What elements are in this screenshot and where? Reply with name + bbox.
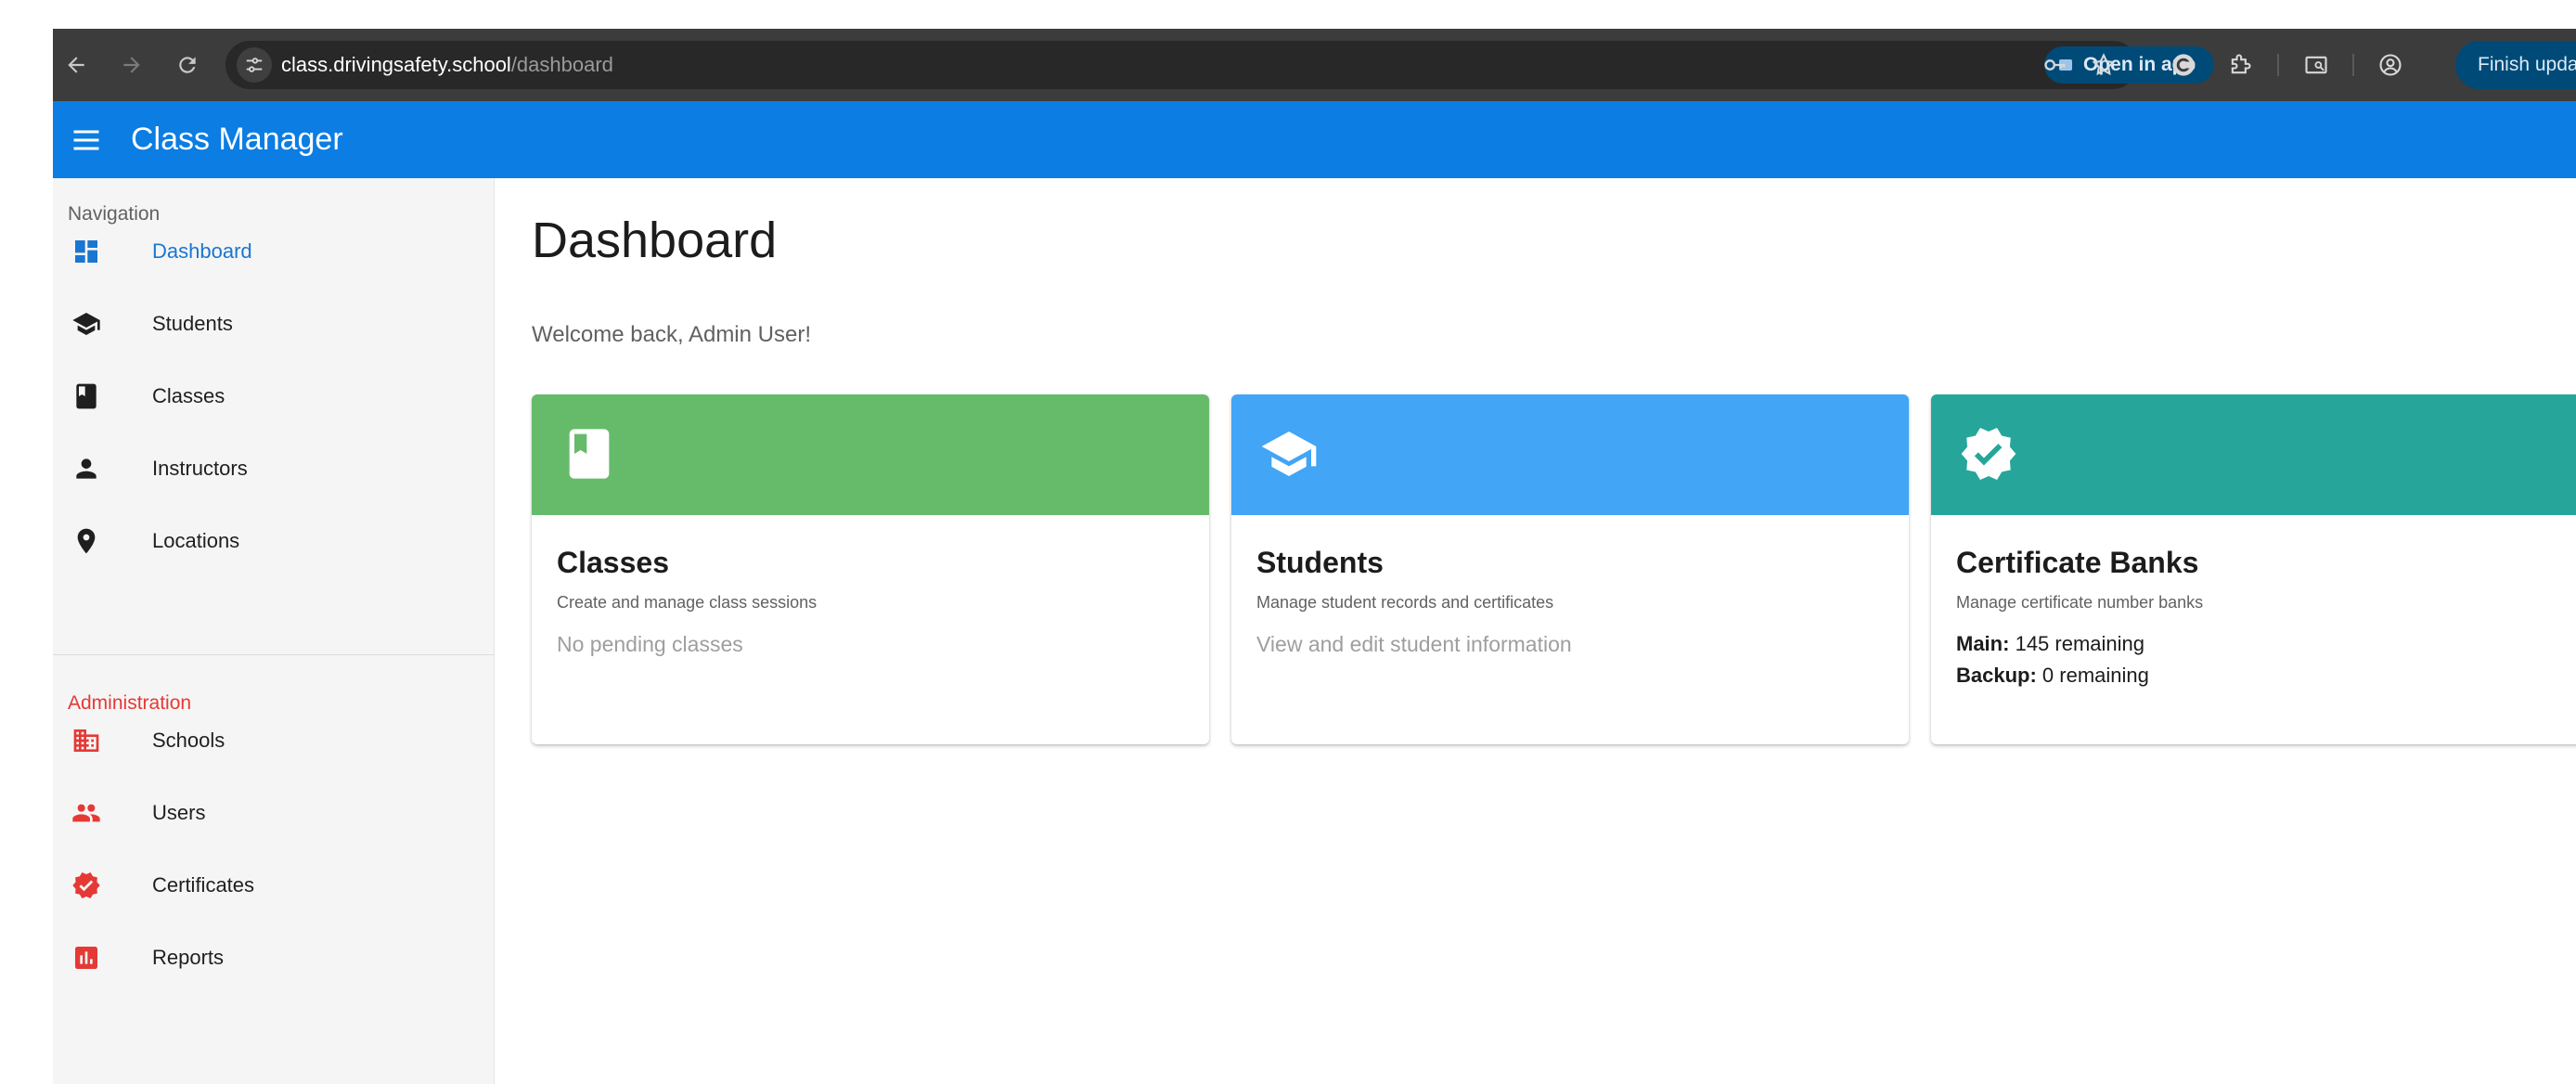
extensions-puzzle-icon[interactable]: [2222, 47, 2258, 83]
backup-bank-line: Backup: 0 remaining: [1956, 664, 2149, 688]
app-title: Class Manager: [131, 122, 343, 157]
certificate-banks-card-header: [1931, 394, 2576, 515]
reading-list-icon[interactable]: [2299, 47, 2334, 83]
page-title: Dashboard: [532, 213, 778, 268]
card-subtitle: Manage student records and certificates: [1256, 593, 1554, 612]
site-info-icon[interactable]: [237, 47, 272, 83]
people-icon: [71, 798, 101, 828]
building-icon: [71, 726, 101, 755]
sidebar-item-label: Certificates: [152, 873, 255, 897]
classes-card[interactable]: Classes Create and manage class sessions…: [532, 394, 1209, 744]
url-host: class.drivingsafety.school: [281, 53, 511, 76]
sidebar-item-label: Students: [152, 312, 233, 335]
bank-value: 0 remaining: [2041, 664, 2149, 687]
school-cap-icon: [71, 309, 101, 339]
card-subtitle: Manage certificate number banks: [1956, 593, 2204, 612]
main-content: Dashboard Welcome back, Admin User! Clas…: [495, 178, 2576, 1084]
students-card-header: [1231, 394, 1909, 515]
certificate-banks-card[interactable]: Certificate Banks Manage certificate num…: [1931, 394, 2576, 744]
students-card[interactable]: Students Manage student records and cert…: [1231, 394, 1909, 744]
sidebar-item-label: Users: [152, 801, 206, 824]
app-bar: Class Manager: [53, 101, 2576, 178]
sidebar-item-dashboard[interactable]: Dashboard: [53, 215, 494, 288]
sidebar-item-label: Reports: [152, 946, 225, 969]
card-note: View and edit student information: [1256, 632, 1572, 656]
outer-margin-left: [0, 0, 53, 1084]
bar-chart-icon: [71, 943, 101, 973]
url-path: /dashboard: [510, 53, 613, 76]
school-cap-icon: [1259, 424, 1319, 484]
menu-icon[interactable]: [70, 123, 103, 157]
bank-value: 145 remaining: [2015, 632, 2145, 655]
verified-badge-icon: [71, 871, 101, 900]
finish-update-button[interactable]: Finish update: [2455, 41, 2576, 89]
back-icon[interactable]: [58, 47, 94, 83]
sidebar-item-instructors[interactable]: Instructors: [53, 432, 494, 505]
person-icon: [71, 454, 101, 484]
card-title: Certificate Banks: [1956, 546, 2199, 579]
book-icon: [71, 381, 101, 411]
browser-window: class.drivingsafety.school/dashboard Ope…: [53, 29, 2576, 1084]
sidebar-item-reports[interactable]: Reports: [53, 922, 494, 994]
sidebar-item-users[interactable]: Users: [53, 777, 494, 849]
sidebar-item-label: Classes: [152, 384, 225, 407]
verified-badge-icon: [1959, 424, 2018, 484]
main-bank-line: Main: 145 remaining: [1956, 632, 2145, 656]
sidebar-item-locations[interactable]: Locations: [53, 505, 494, 577]
sidebar-item-classes[interactable]: Classes: [53, 360, 494, 432]
location-pin-icon: [71, 526, 101, 556]
sidebar-item-schools[interactable]: Schools: [53, 704, 494, 777]
password-key-icon[interactable]: [2039, 48, 2072, 82]
card-note: No pending classes: [557, 632, 743, 656]
book-icon: [560, 424, 619, 484]
address-bar[interactable]: class.drivingsafety.school/dashboard Ope…: [225, 41, 2215, 89]
bank-label: Main:: [1956, 632, 2010, 655]
browser-toolbar: class.drivingsafety.school/dashboard Ope…: [53, 29, 2576, 101]
card-subtitle: Create and manage class sessions: [557, 593, 818, 612]
profile-avatar-icon[interactable]: [2373, 47, 2408, 83]
sidebar-divider: [53, 654, 494, 655]
dashboard-icon: [71, 237, 101, 266]
sidebar-item-students[interactable]: Students: [53, 288, 494, 360]
sidebar-item-label: Locations: [152, 529, 240, 552]
card-title: Classes: [557, 546, 669, 579]
classes-card-header: [532, 394, 1209, 515]
bookmark-star-icon[interactable]: [2087, 48, 2120, 82]
card-title: Students: [1256, 546, 1384, 579]
toolbar-separator: [2277, 54, 2279, 76]
url-text[interactable]: class.drivingsafety.school/dashboard: [281, 41, 613, 89]
outer-margin-top: [53, 0, 2576, 29]
toolbar-separator: [2352, 54, 2354, 76]
reload-icon[interactable]: [170, 47, 205, 83]
sidebar-item-label: Instructors: [152, 457, 248, 480]
extension-c-icon[interactable]: [2166, 47, 2201, 83]
sidebar-item-certificates[interactable]: Certificates: [53, 849, 494, 922]
bank-label: Backup:: [1956, 664, 2037, 687]
forward-icon[interactable]: [114, 47, 149, 83]
sidebar-item-label: Schools: [152, 729, 225, 752]
welcome-message: Welcome back, Admin User!: [532, 322, 811, 347]
sidebar-item-label: Dashboard: [152, 239, 252, 263]
sidebar: Navigation Dashboard Students Classes In…: [53, 178, 495, 1084]
